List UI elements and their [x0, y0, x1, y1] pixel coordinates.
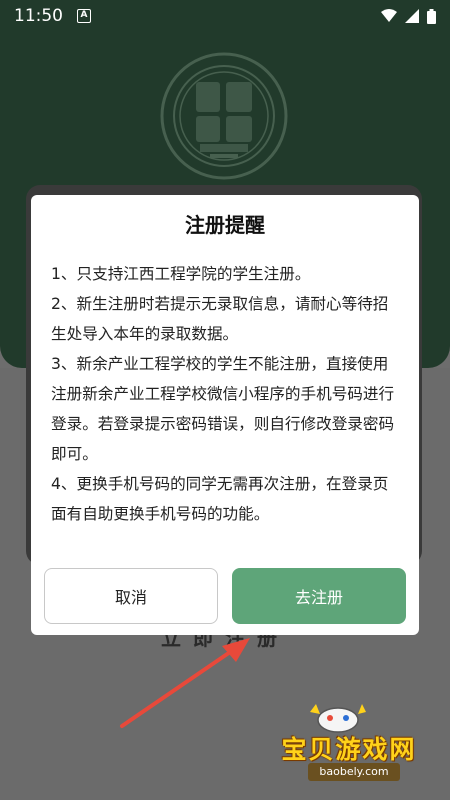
notice-line: 4、更换手机号码的同学无需再次注册，在登录页面有自助更换手机号码的功能。 — [51, 475, 389, 523]
university-logo-icon — [160, 52, 288, 180]
battery-icon — [427, 8, 436, 24]
watermark-brand: 宝贝游戏网 — [281, 735, 417, 764]
watermark-url: baobely.com — [308, 763, 400, 781]
status-bar: 11:50 A — [0, 0, 450, 32]
notice-line: 3、新余产业工程学校的学生不能注册，直接使用注册新余产业工程学校微信小程序的手机… — [51, 355, 395, 463]
status-icons — [381, 8, 436, 24]
notice-line: 2、新生注册时若提示无录取信息，请耐心等待招生处导入本年的录取数据。 — [51, 295, 389, 343]
dialog-title: 注册提醒 — [185, 213, 265, 237]
go-register-button[interactable]: 去注册 — [232, 568, 406, 624]
pointer-arrow-icon — [120, 638, 250, 728]
cancel-button[interactable]: 取消 — [44, 568, 218, 624]
status-time: 11:50 — [14, 6, 63, 26]
wifi-icon — [381, 9, 397, 22]
notice-line: 1、只支持江西工程学院的学生注册。 — [51, 265, 311, 283]
notification-icon: A — [77, 9, 91, 23]
signal-icon — [405, 9, 419, 23]
dialog-message: 1、只支持江西工程学院的学生注册。 2、新生注册时若提示无录取信息，请耐心等待招… — [51, 259, 403, 529]
registration-notice-dialog: 注册提醒 1、只支持江西工程学院的学生注册。 2、新生注册时若提示无录取信息，请… — [31, 195, 419, 635]
